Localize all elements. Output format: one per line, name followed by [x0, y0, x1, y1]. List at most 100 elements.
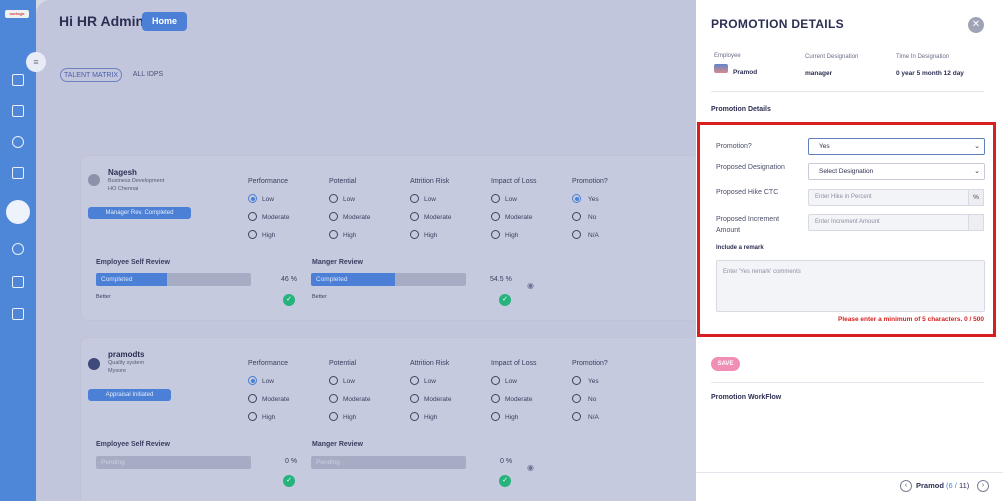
potential-low-radio[interactable] [329, 194, 338, 203]
increment-addon [968, 214, 984, 231]
check-icon: ✓ [499, 475, 511, 487]
pager-total: 11 [958, 481, 967, 490]
potential-header: Potential [329, 178, 357, 185]
promotion-select[interactable]: Yes ⌄ [808, 138, 985, 155]
promotion-na-radio[interactable] [572, 412, 581, 421]
promotion-details-title: Promotion Details [711, 106, 771, 113]
promotion-no-radio[interactable] [572, 394, 581, 403]
performance-low-radio[interactable] [248, 194, 257, 203]
reports-nav-icon[interactable] [12, 308, 24, 320]
progress-label: Pending [101, 459, 125, 466]
prev-employee-icon[interactable]: ‹ [900, 480, 912, 492]
attrition-low-radio[interactable] [410, 376, 419, 385]
self-review-percent: 46 % [281, 276, 297, 283]
pager-name: Pramod [916, 481, 944, 490]
option-label: High [343, 232, 357, 239]
app-root: ourlogo ≡ Hi HR Admin Home TALENT MATRIX… [0, 0, 1003, 501]
hike-input[interactable]: Enter Hike in Percent [808, 189, 969, 206]
performance-high-radio[interactable] [248, 412, 257, 421]
impact-high-radio[interactable] [491, 412, 500, 421]
tab-all-idps[interactable]: ALL IDPS [130, 68, 166, 82]
impact-low-radio[interactable] [491, 376, 500, 385]
potential-header: Potential [329, 360, 357, 367]
employee-avatar [714, 64, 728, 73]
option-label: No [588, 396, 597, 403]
next-employee-icon[interactable]: › [977, 480, 989, 492]
option-label: Low [343, 196, 355, 203]
attrition-low-radio[interactable] [410, 194, 419, 203]
book-nav-icon[interactable] [12, 105, 24, 117]
promotion-na-radio[interactable] [572, 230, 581, 239]
time-label: Time In Designation [896, 54, 950, 60]
promotion-yes-radio[interactable] [572, 376, 581, 385]
percent-addon: % [968, 189, 984, 206]
goals-nav-icon[interactable] [12, 243, 24, 255]
team-nav-icon[interactable] [12, 136, 24, 148]
option-label: No [588, 214, 597, 221]
option-label: Yes [588, 378, 599, 385]
proposed-designation-select[interactable]: Select Designation ⌄ [808, 163, 985, 180]
option-label: High [424, 414, 438, 421]
home-button[interactable]: Home [142, 12, 187, 31]
employee-label: Employee [714, 53, 741, 59]
potential-high-radio[interactable] [329, 230, 338, 239]
hike-label: Proposed Hike CTC [716, 189, 779, 196]
promotion-yes-radio[interactable] [572, 194, 581, 203]
tab-talent-matrix[interactable]: TALENT MATRIX [60, 68, 122, 82]
employee-department: Business Development [108, 178, 165, 184]
performance-header: Performance [248, 360, 289, 367]
performance-low-radio[interactable] [248, 376, 257, 385]
collapse-menu-icon[interactable]: ≡ [26, 52, 46, 72]
attrition-high-radio[interactable] [410, 412, 419, 421]
promotion-no-radio[interactable] [572, 212, 581, 221]
status-badge: Appraisal Initiated [88, 389, 171, 401]
impact-high-radio[interactable] [491, 230, 500, 239]
impact-moderate-radio[interactable] [491, 394, 500, 403]
eye-icon[interactable]: ◉ [527, 463, 534, 472]
pager-separator: / [954, 481, 957, 490]
option-label: Moderate [424, 396, 452, 403]
option-label: Moderate [262, 396, 290, 403]
potential-moderate-radio[interactable] [329, 394, 338, 403]
potential-low-radio[interactable] [329, 376, 338, 385]
talent-matrix-nav-icon[interactable] [6, 200, 30, 224]
dashboard-nav-icon[interactable] [12, 74, 24, 86]
status-badge: Manager Rev. Completed [88, 207, 191, 219]
performance-header: Performance [248, 178, 289, 185]
option-label: High [262, 232, 276, 239]
impact-low-radio[interactable] [491, 194, 500, 203]
performance-moderate-radio[interactable] [248, 394, 257, 403]
document-nav-icon[interactable] [12, 167, 24, 179]
potential-high-radio[interactable] [329, 412, 338, 421]
option-label: Moderate [262, 214, 290, 221]
close-icon[interactable]: ✕ [968, 17, 984, 33]
remark-textarea[interactable]: Enter 'Yes remark' comments [716, 260, 985, 312]
impact-header: Impact of Loss [491, 178, 537, 185]
pager-current: 6 [948, 481, 953, 490]
drawer-footer-divider [696, 472, 1003, 473]
performance-high-radio[interactable] [248, 230, 257, 239]
performance-moderate-radio[interactable] [248, 212, 257, 221]
option-label: Yes [588, 196, 599, 203]
save-button[interactable]: SAVE [711, 357, 740, 371]
review-nav-icon[interactable] [12, 276, 24, 288]
option-label: High [424, 232, 438, 239]
eye-icon[interactable]: ◉ [527, 281, 534, 290]
self-review-progress: Pending [96, 456, 251, 469]
self-review-percent: 0 % [285, 458, 298, 465]
company-logo: ourlogo [5, 10, 29, 18]
option-label: Low [262, 378, 274, 385]
potential-moderate-radio[interactable] [329, 212, 338, 221]
chevron-down-icon: ⌄ [974, 143, 980, 150]
impact-moderate-radio[interactable] [491, 212, 500, 221]
attrition-moderate-radio[interactable] [410, 394, 419, 403]
employee-name: Nagesh [108, 168, 137, 177]
workflow-title: Promotion WorkFlow [711, 394, 782, 401]
attrition-moderate-radio[interactable] [410, 212, 419, 221]
designation-value: manager [805, 70, 833, 77]
divider [711, 91, 984, 92]
increment-input[interactable]: Enter Increment Amount [808, 214, 969, 231]
attrition-high-radio[interactable] [410, 230, 419, 239]
remark-label: Include a remark [716, 245, 764, 251]
attrition-header: Attrition Risk [410, 178, 450, 185]
